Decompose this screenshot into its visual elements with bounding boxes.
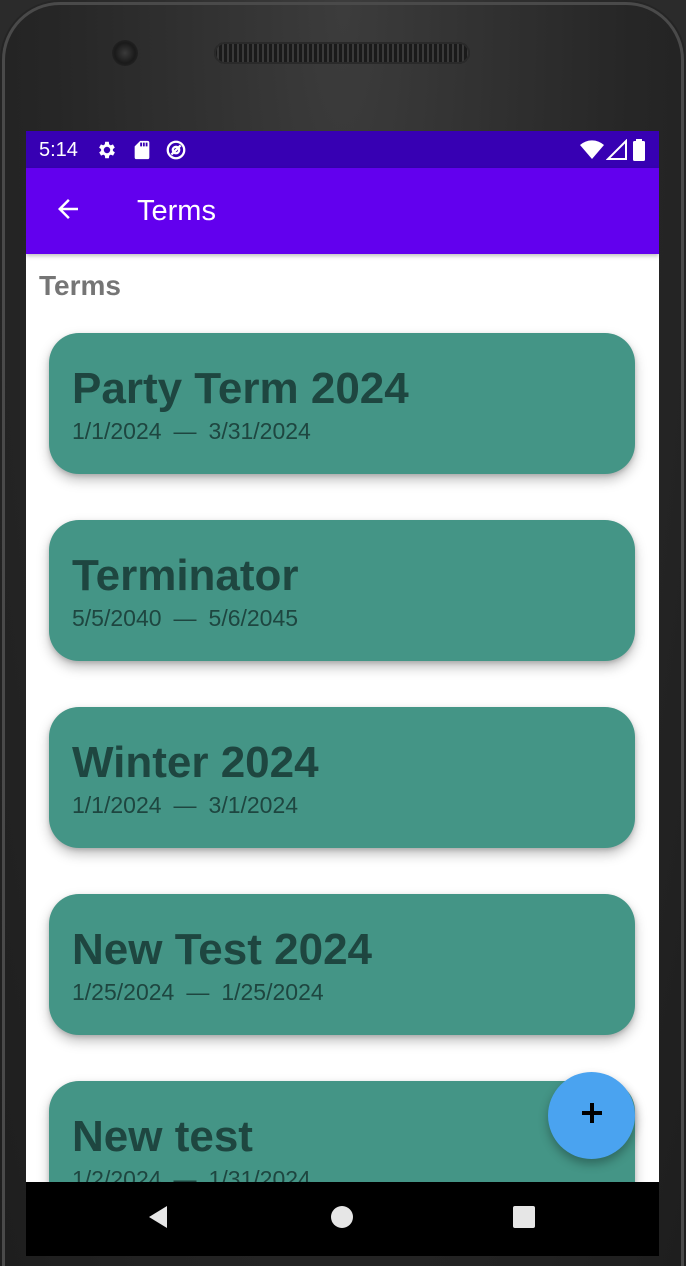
system-nav-bar [26,1182,659,1256]
back-button[interactable] [46,189,90,233]
status-bar: 5:14 [26,131,659,168]
earpiece-speaker [214,42,470,64]
date-separator: — [173,418,197,444]
at-sign-icon [165,139,187,161]
term-title: Party Term 2024 [72,364,409,413]
terms-content[interactable]: Terms Party Term 2024 1/1/2024 — 3/31/2024… [26,254,659,1182]
back-triangle-icon [145,1204,171,1235]
term-title: Winter 2024 [72,738,319,787]
term-start-date: 1/1/2024 [72,418,162,444]
term-title: Terminator [72,551,299,600]
screen: 5:14 Terms Terms Party Term 2024 1/1/202… [26,131,659,1256]
term-card[interactable]: New test 1/2/2024—1/31/2024 [49,1081,635,1182]
term-dates: 1/1/2024 — 3/1/2024 [72,791,635,819]
home-circle-icon [329,1204,355,1235]
date-separator: — [173,792,197,818]
term-dates: 5/5/2040 — 5/6/2045 [72,604,635,632]
term-dates: 1/2/2024 — 1/31/2024 [72,1165,635,1182]
add-term-button[interactable] [548,1072,635,1159]
recents-square-icon [511,1204,537,1235]
term-dates: 1/1/2024 — 3/31/2024 [72,417,635,445]
term-start-date: 1/25/2024 [72,979,175,1005]
device-frame: 5:14 Terms Terms Party Term 2024 1/1/202… [0,0,686,1266]
wifi-icon [579,139,605,161]
term-end-date: 1/31/2024 [208,1166,311,1182]
term-list: Party Term 2024 1/1/2024 — 3/31/2024 Termi… [26,333,659,1182]
nav-home-button[interactable] [324,1201,360,1237]
date-separator: — [173,1166,197,1182]
term-start-date: 5/5/2040 [72,605,162,631]
term-start-date: 1/2/2024 [72,1166,162,1182]
app-bar: Terms [26,168,659,254]
term-end-date: 3/1/2024 [208,792,299,818]
gear-icon [96,139,118,161]
plus-icon [579,1100,605,1131]
sd-card-icon [131,139,153,161]
term-card[interactable]: Terminator 5/5/2040 — 5/6/2045 [49,520,635,661]
nav-back-button[interactable] [140,1201,176,1237]
term-card[interactable]: Party Term 2024 1/1/2024 — 3/31/2024 [49,333,635,474]
nav-recents-button[interactable] [506,1201,542,1237]
date-separator: — [173,605,197,631]
section-heading: Terms [39,270,121,301]
status-time: 5:14 [39,139,78,161]
signal-icon [605,138,628,161]
term-end-date: 3/31/2024 [208,418,311,444]
page-title: Terms [137,195,216,227]
arrow-left-icon [53,194,83,229]
term-end-date: 1/25/2024 [221,979,324,1005]
front-camera [112,40,138,66]
battery-icon [632,139,646,161]
term-start-date: 1/1/2024 [72,792,162,818]
term-card[interactable]: New Test 2024 1/25/2024 — 1/25/2024 [49,894,635,1035]
term-title: New Test 2024 [72,925,373,974]
term-end-date: 5/6/2045 [208,605,299,631]
term-dates: 1/25/2024 — 1/25/2024 [72,978,635,1006]
date-separator: — [186,979,210,1005]
term-card[interactable]: Winter 2024 1/1/2024 — 3/1/2024 [49,707,635,848]
